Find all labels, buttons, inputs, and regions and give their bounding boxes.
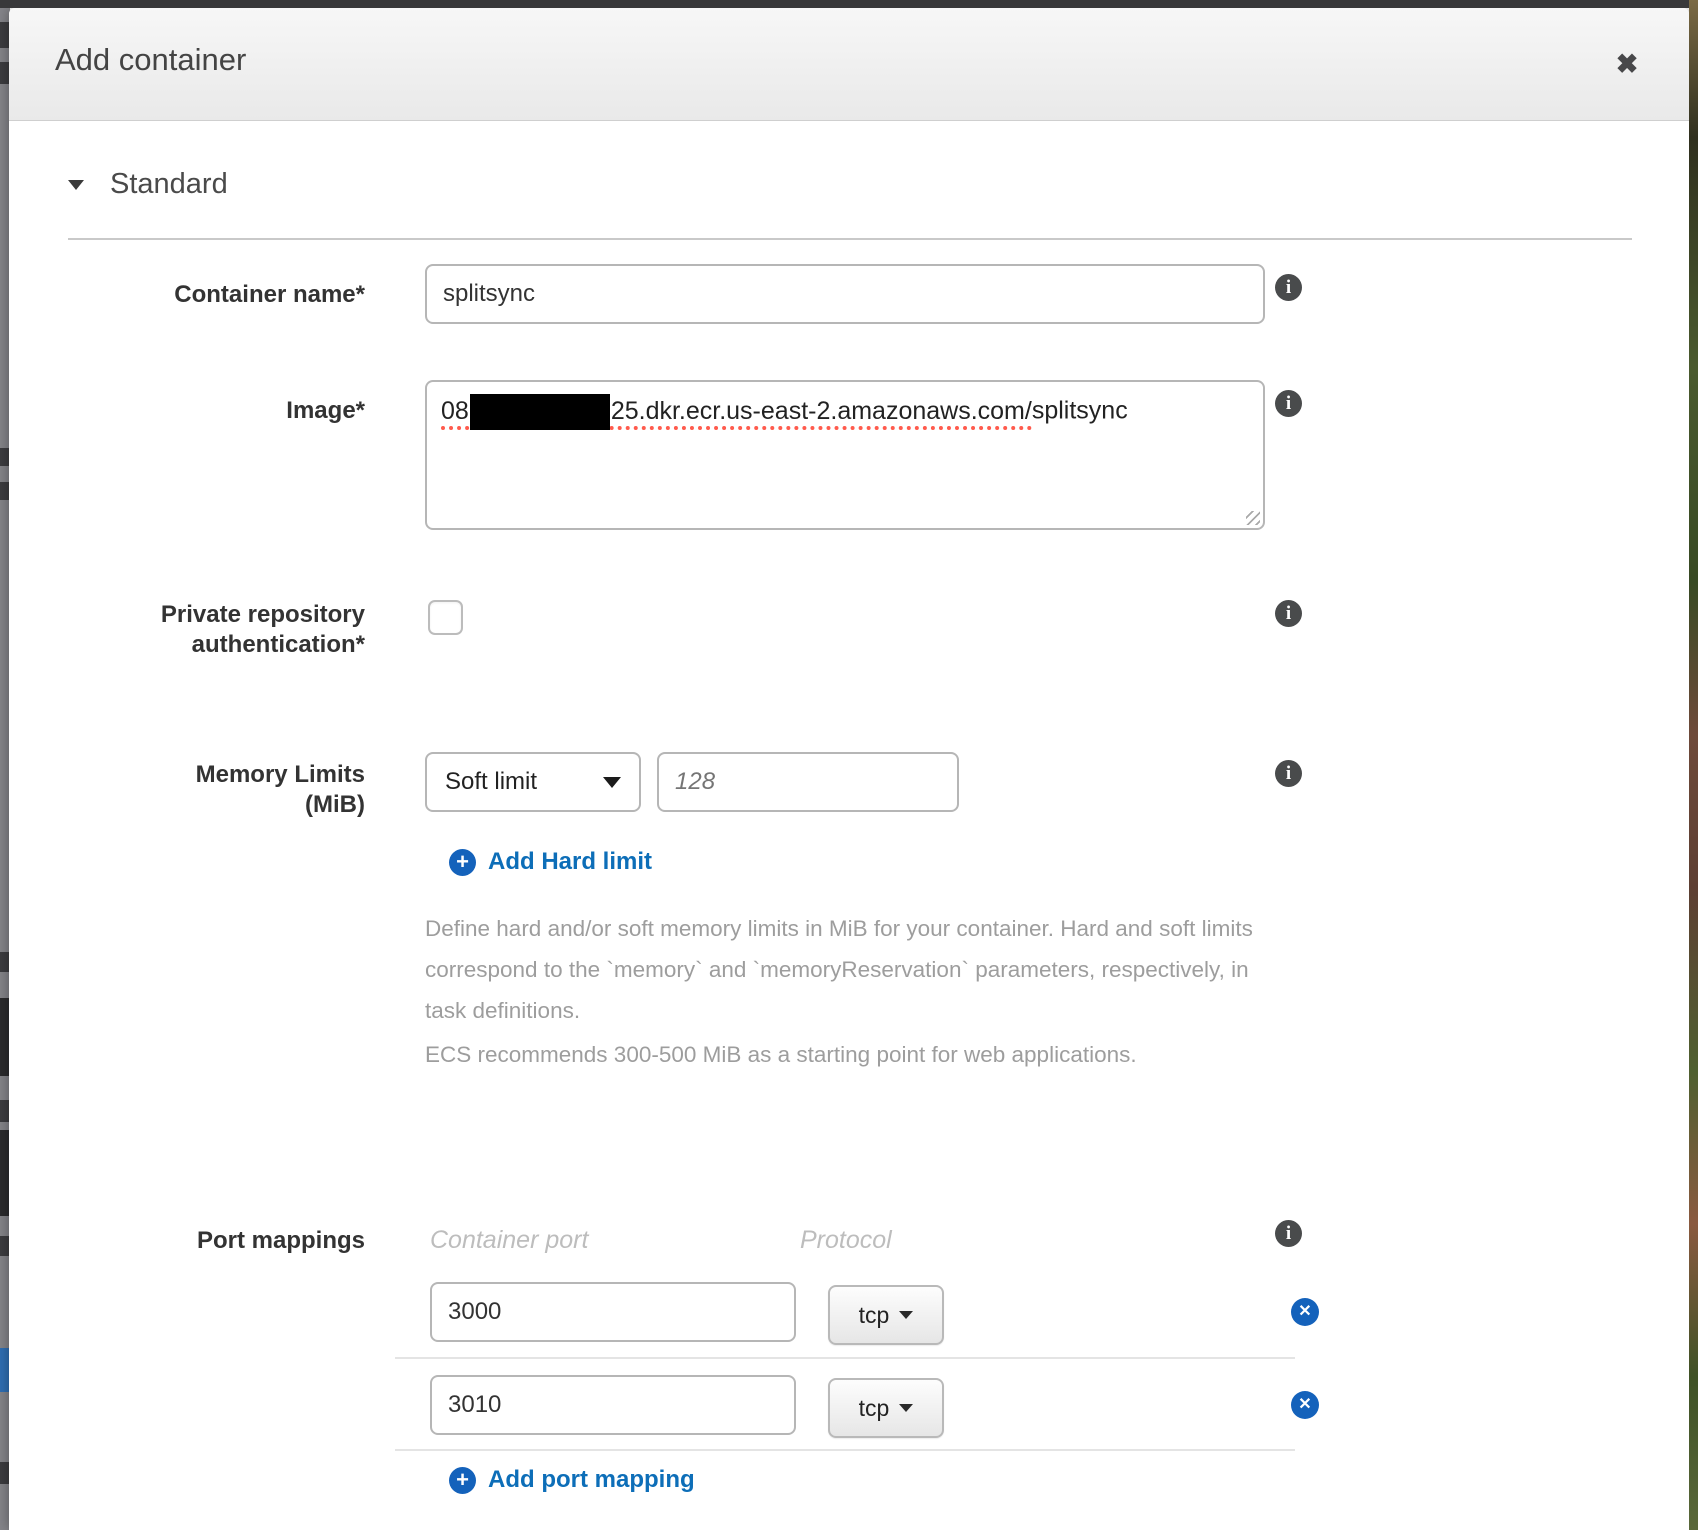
caret-down-icon xyxy=(68,180,84,190)
resize-handle[interactable] xyxy=(1246,511,1260,525)
memory-limit-type-value: Soft limit xyxy=(445,768,537,796)
private-repo-info-button[interactable]: i xyxy=(1275,600,1302,627)
memory-limits-label-line1: Memory Limits xyxy=(196,761,365,788)
close-button[interactable]: ✖ xyxy=(1607,44,1647,84)
image-textarea[interactable]: 08 25.dkr.ecr.us-east-2.amazonaws.com/spl… xyxy=(425,380,1265,530)
info-icon: i xyxy=(1286,763,1291,784)
private-repo-checkbox[interactable] xyxy=(428,600,463,635)
redaction-box xyxy=(470,394,610,430)
port-row-divider xyxy=(395,1449,1295,1451)
info-icon: i xyxy=(1286,603,1291,624)
image-value-mid: 25.dkr.ecr.us-east-2.amazonaws.com/ xyxy=(611,397,1032,425)
image-value: 08 25.dkr.ecr.us-east-2.amazonaws.com/spl… xyxy=(441,394,1128,430)
container-name-label: Container name* xyxy=(68,280,365,310)
close-icon: ✖ xyxy=(1616,49,1639,79)
port-mappings-info-button[interactable]: i xyxy=(1275,1220,1302,1247)
protocol-value: tcp xyxy=(859,1395,890,1422)
add-container-modal: Add container ✖ Standard Container name*… xyxy=(9,8,1689,1530)
protocol-column-header: Protocol xyxy=(800,1226,892,1255)
protocol-value: tcp xyxy=(859,1302,890,1329)
modal-title: Add container xyxy=(55,42,246,78)
background-top-bar xyxy=(0,0,1698,8)
chevron-down-icon xyxy=(899,1311,913,1319)
chevron-down-icon xyxy=(899,1404,913,1412)
remove-icon: ✕ xyxy=(1298,1303,1311,1320)
desktop-wallpaper-edge xyxy=(1689,0,1698,1530)
protocol-select[interactable]: tcp xyxy=(828,1378,944,1438)
chevron-down-icon xyxy=(603,777,621,788)
remove-port-mapping-button[interactable]: ✕ xyxy=(1291,1391,1319,1419)
port-row-divider xyxy=(395,1357,1295,1359)
screen: Add container ✖ Standard Container name*… xyxy=(0,0,1698,1530)
section-title: Standard xyxy=(110,168,228,201)
remove-port-mapping-button[interactable]: ✕ xyxy=(1291,1298,1319,1326)
image-value-prefix: 08 xyxy=(441,397,469,425)
plus-icon: + xyxy=(449,1467,476,1494)
add-hard-limit-link[interactable]: + Add Hard limit xyxy=(449,848,652,876)
plus-icon: + xyxy=(449,849,476,876)
port-mappings-label: Port mappings xyxy=(68,1226,365,1256)
private-repo-label: Private repository authentication* xyxy=(68,600,365,660)
section-divider xyxy=(68,238,1632,240)
container-name-input[interactable] xyxy=(425,264,1265,324)
section-standard-toggle[interactable]: Standard xyxy=(68,168,228,201)
container-port-input[interactable] xyxy=(430,1375,796,1435)
private-repo-label-line2: authentication* xyxy=(192,631,365,658)
memory-help-recommendation: ECS recommends 300-500 MiB as a starting… xyxy=(425,1034,1255,1075)
add-port-mapping-label: Add port mapping xyxy=(488,1466,695,1494)
image-value-tail: splitsync xyxy=(1032,397,1128,425)
info-icon: i xyxy=(1286,1223,1291,1244)
memory-limits-label-line2: (MiB) xyxy=(305,791,365,818)
info-icon: i xyxy=(1286,277,1291,298)
protocol-select[interactable]: tcp xyxy=(828,1285,944,1345)
add-port-mapping-link[interactable]: + Add port mapping xyxy=(449,1466,695,1494)
add-hard-limit-label: Add Hard limit xyxy=(488,848,652,876)
private-repo-label-line1: Private repository xyxy=(161,601,365,628)
remove-icon: ✕ xyxy=(1298,1396,1311,1413)
memory-limits-label: Memory Limits (MiB) xyxy=(68,760,365,820)
container-name-info-button[interactable]: i xyxy=(1275,274,1302,301)
memory-limits-info-button[interactable]: i xyxy=(1275,760,1302,787)
memory-limit-value-input[interactable] xyxy=(657,752,959,812)
memory-help-text: Define hard and/or soft memory limits in… xyxy=(425,908,1255,1031)
modal-header: Add container ✖ xyxy=(9,8,1689,121)
container-port-column-header: Container port xyxy=(430,1226,588,1255)
container-port-input[interactable] xyxy=(430,1282,796,1342)
info-icon: i xyxy=(1286,393,1291,414)
image-info-button[interactable]: i xyxy=(1275,390,1302,417)
memory-limit-type-select[interactable]: Soft limit xyxy=(425,752,641,812)
image-label: Image* xyxy=(68,396,365,426)
